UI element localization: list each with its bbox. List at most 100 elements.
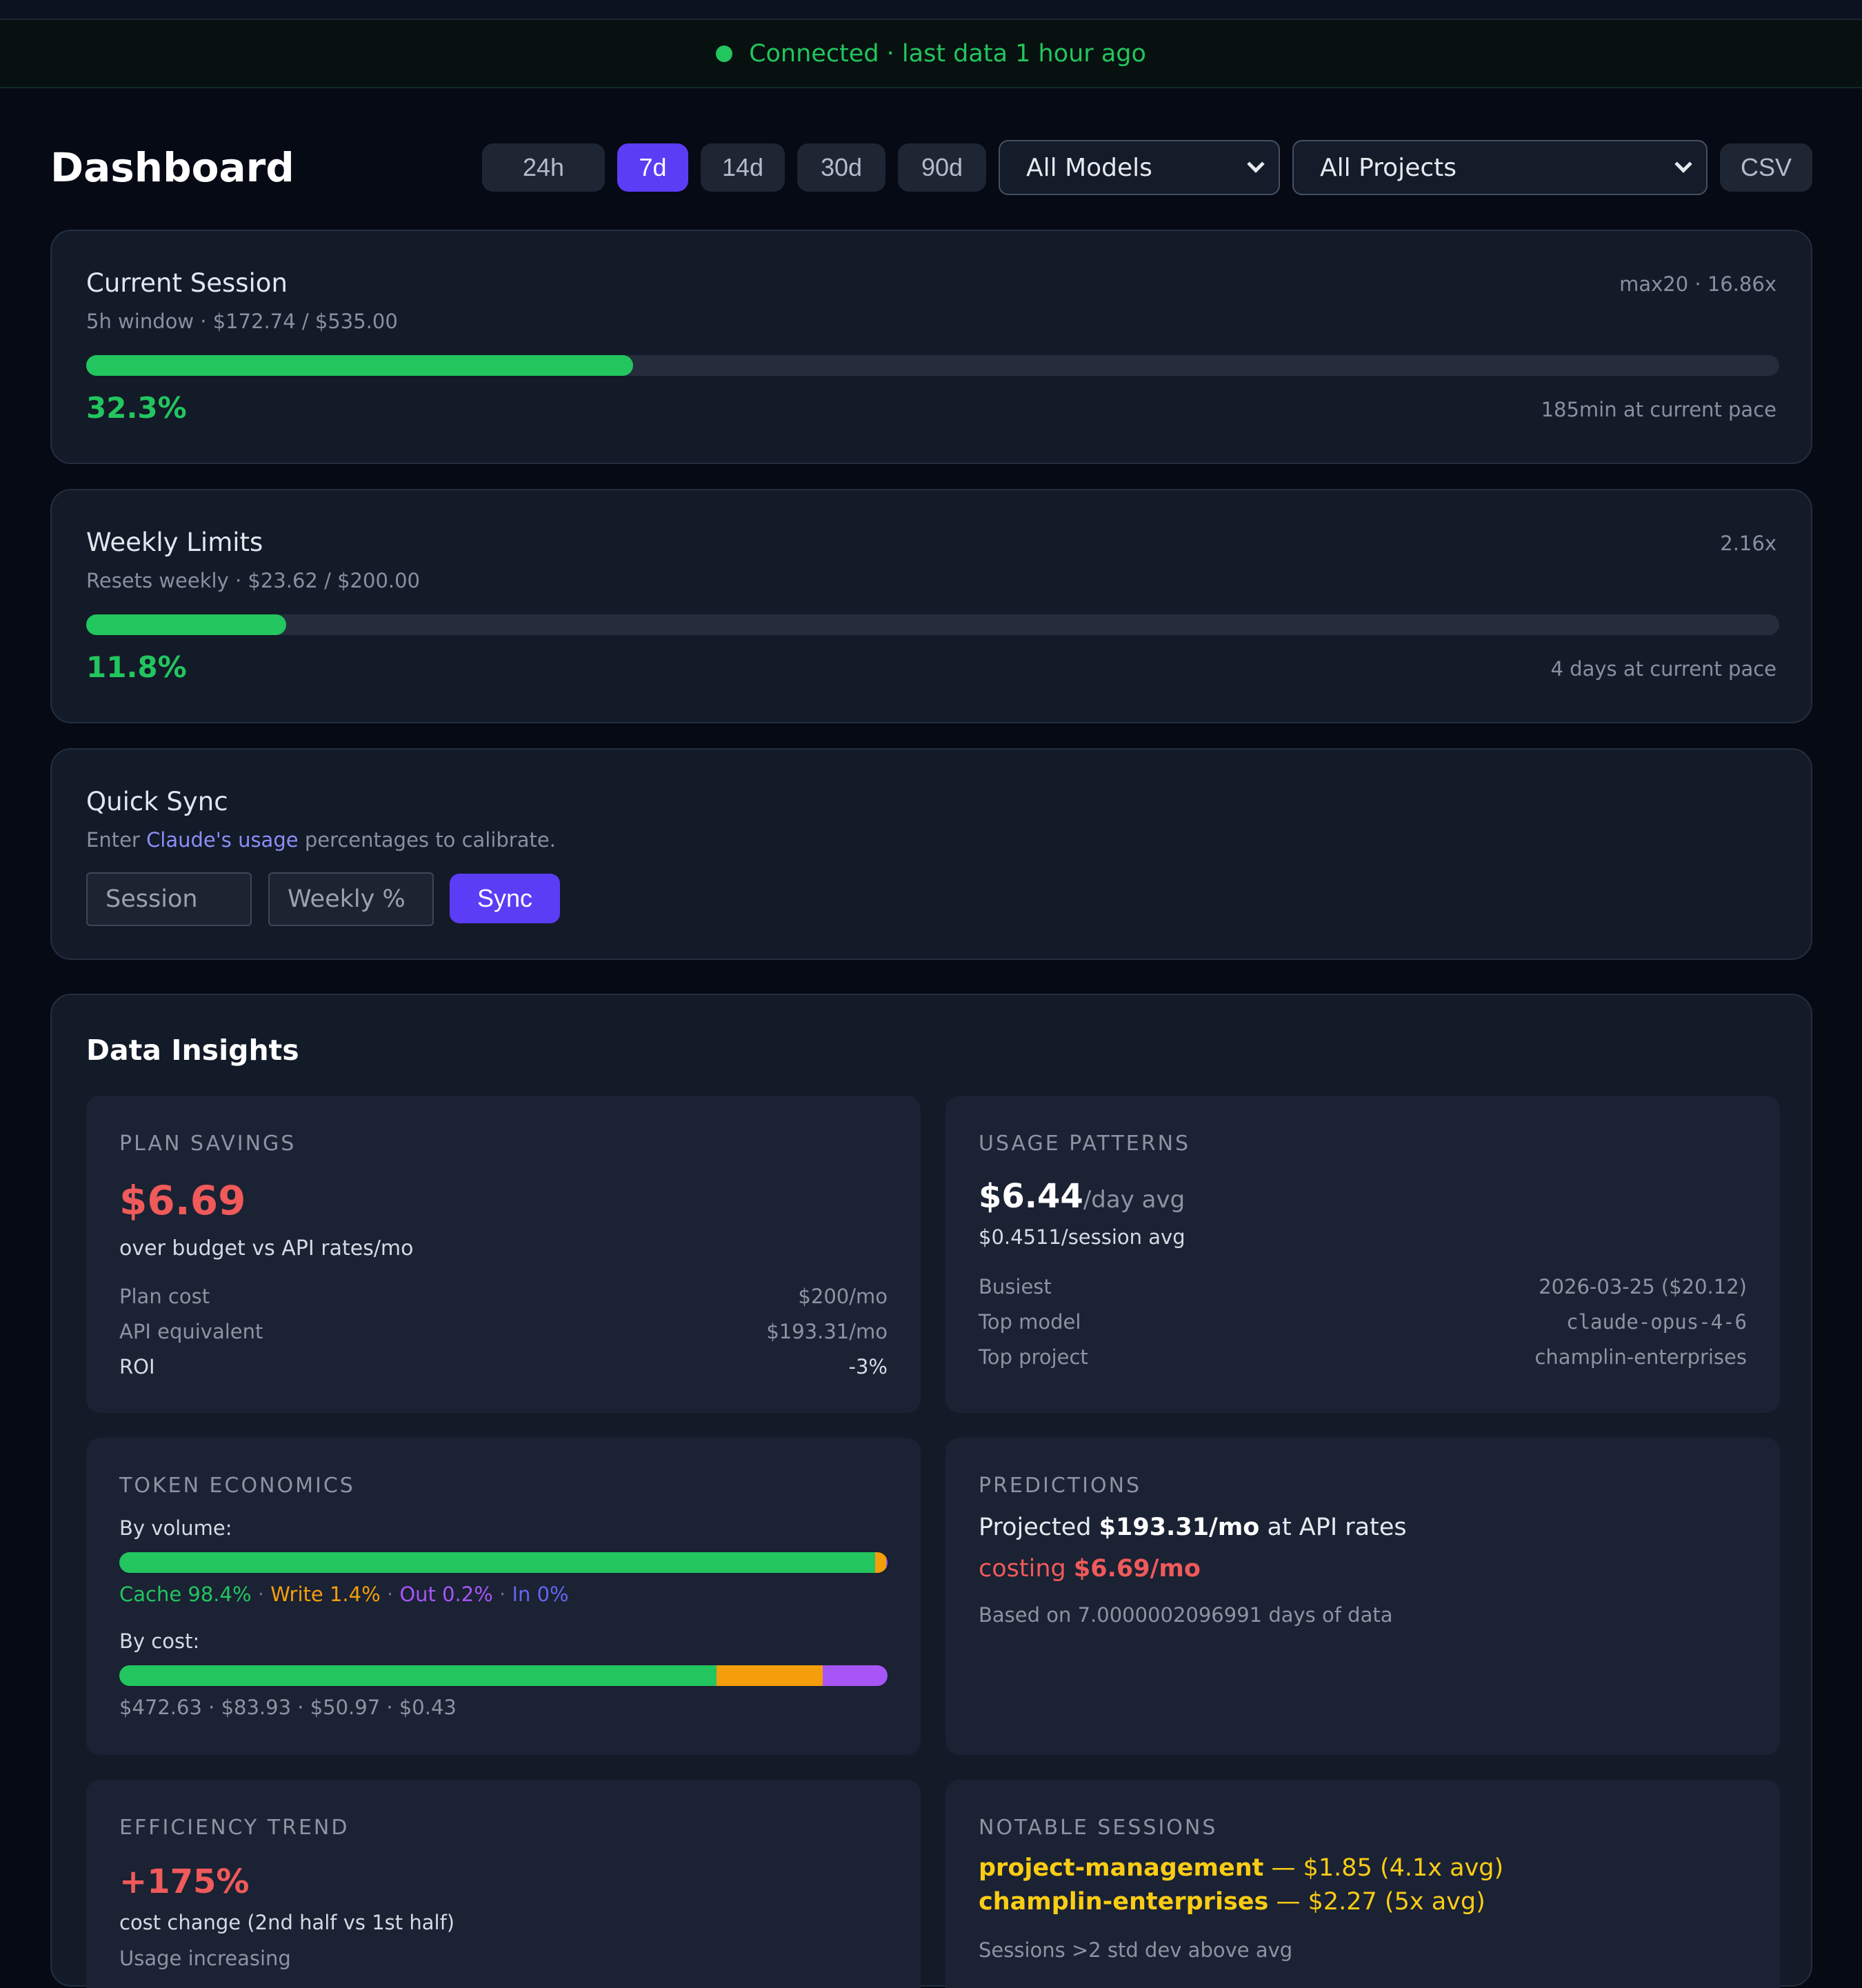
- costing-value: $6.69/mo: [1073, 1555, 1201, 1583]
- status-dot-icon: [716, 45, 733, 62]
- notable-session-item: champlin-enterprises — $2.27 (5x avg): [979, 1888, 1485, 1916]
- plan-cost-row: Plan cost $200/mo: [119, 1285, 888, 1308]
- out-share: Out 0.2%: [399, 1583, 493, 1606]
- in-share: In 0%: [512, 1583, 569, 1606]
- session-percent-input[interactable]: [86, 872, 252, 926]
- session-card-title: Current Session: [86, 268, 288, 298]
- by-volume-label: By volume:: [119, 1516, 232, 1540]
- projection-line: Projected $193.31/mo at API rates: [979, 1514, 1407, 1541]
- notable-session-item: project-management — $1.85 (4.1x avg): [979, 1854, 1503, 1882]
- cost-bar-segment: [887, 1665, 888, 1686]
- range-7d-button[interactable]: 7d: [617, 143, 688, 192]
- notable-session-detail: — $2.27 (5x avg): [1276, 1888, 1485, 1916]
- efficiency-trend-caption: cost change (2nd half vs 1st half): [119, 1911, 455, 1934]
- write-share: Write 1.4%: [270, 1583, 381, 1606]
- api-equivalent-value: $193.31/mo: [766, 1320, 888, 1343]
- weekly-limits-card: Weekly Limits Resets weekly · $23.62 / $…: [50, 489, 1812, 723]
- token-economics-label: TOKEN ECONOMICS: [119, 1474, 355, 1498]
- projection-prefix: Projected: [979, 1514, 1092, 1541]
- notable-session-detail: — $1.85 (4.1x avg): [1271, 1854, 1504, 1882]
- plan-savings-value: $6.69: [119, 1177, 246, 1224]
- claude-usage-link[interactable]: Claude's usage: [146, 828, 299, 852]
- weekly-percent-input[interactable]: [268, 872, 434, 926]
- usage-patterns-label: USAGE PATTERNS: [979, 1132, 1191, 1156]
- weekly-multiplier: 2.16x: [1720, 532, 1776, 555]
- top-model-key: Top model: [979, 1310, 1081, 1334]
- efficiency-trend-value: +175%: [119, 1863, 250, 1901]
- quick-sync-desc-suffix: percentages to calibrate.: [304, 828, 556, 852]
- project-select[interactable]: All Projects: [1292, 140, 1708, 195]
- token-volume-bar: [119, 1552, 888, 1573]
- api-equivalent-key: API equivalent: [119, 1320, 263, 1343]
- daily-average: $6.44/day avg: [979, 1177, 1185, 1216]
- top-nav-edge: [0, 0, 1862, 20]
- predictions-label: PREDICTIONS: [979, 1474, 1142, 1498]
- range-14d-button[interactable]: 14d: [701, 143, 785, 192]
- project-select-value: All Projects: [1320, 153, 1456, 182]
- weekly-pace: 4 days at current pace: [1550, 657, 1777, 681]
- predictions-panel: PREDICTIONS Projected $193.31/mo at API …: [945, 1438, 1780, 1755]
- costing-prefix: costing: [979, 1555, 1066, 1583]
- dashboard-header: Dashboard 24h 7d 14d 30d 90d All Models …: [50, 138, 1812, 197]
- token-volume-legend: Cache 98.4% · Write 1.4% · Out 0.2% · In…: [119, 1583, 569, 1606]
- cache-share: Cache 98.4%: [119, 1583, 252, 1606]
- cost-bar-segment: [717, 1665, 823, 1686]
- token-cost-bar: [119, 1665, 888, 1686]
- daily-average-unit: /day avg: [1083, 1186, 1185, 1214]
- range-90d-button[interactable]: 90d: [898, 143, 986, 192]
- range-24h-button[interactable]: 24h: [482, 143, 605, 192]
- plan-savings-label: PLAN SAVINGS: [119, 1132, 297, 1156]
- busiest-value: 2026-03-25 ($20.12): [1539, 1275, 1747, 1298]
- range-30d-button[interactable]: 30d: [797, 143, 885, 192]
- plan-savings-caption: over budget vs API rates/mo: [119, 1236, 414, 1261]
- weekly-card-title: Weekly Limits: [86, 528, 263, 557]
- efficiency-trend-panel: EFFICIENCY TREND +175% cost change (2nd …: [86, 1780, 921, 1988]
- by-cost-label: By cost:: [119, 1629, 200, 1653]
- session-progress-track: [86, 355, 1779, 376]
- volume-bar-segment: [875, 1552, 886, 1573]
- data-insights-card: Data Insights PLAN SAVINGS $6.69 over bu…: [50, 994, 1812, 1988]
- plan-savings-panel: PLAN SAVINGS $6.69 over budget vs API ra…: [86, 1096, 921, 1413]
- top-model-value: claude-opus-4-6: [1566, 1310, 1747, 1334]
- top-project-key: Top project: [979, 1345, 1088, 1369]
- roi-row: ROI -3%: [119, 1355, 888, 1378]
- quick-sync-card: Quick Sync Enter Claude's usage percenta…: [50, 748, 1812, 960]
- prediction-basis: Based on 7.0000002096991 days of data: [979, 1603, 1393, 1627]
- current-session-card: Current Session 5h window · $172.74 / $5…: [50, 230, 1812, 464]
- model-select[interactable]: All Models: [999, 140, 1280, 195]
- roi-key: ROI: [119, 1355, 155, 1378]
- token-economics-panel: TOKEN ECONOMICS By volume: Cache 98.4% ·…: [86, 1438, 921, 1755]
- plan-cost-key: Plan cost: [119, 1285, 210, 1308]
- weekly-progress-track: [86, 614, 1779, 635]
- quick-sync-desc-prefix: Enter: [86, 828, 140, 852]
- notable-sessions-label: NOTABLE SESSIONS: [979, 1816, 1218, 1840]
- notable-sessions-caption: Sessions >2 std dev above avg: [979, 1938, 1293, 1962]
- session-pace: 185min at current pace: [1541, 398, 1776, 421]
- csv-export-button[interactable]: CSV: [1720, 143, 1812, 192]
- usage-patterns-panel: USAGE PATTERNS $6.44/day avg $0.4511/ses…: [945, 1096, 1780, 1413]
- sync-button[interactable]: Sync: [450, 874, 560, 923]
- efficiency-trend-label: EFFICIENCY TREND: [119, 1816, 350, 1840]
- session-average: $0.4511/session avg: [979, 1225, 1185, 1249]
- costing-line: costing $6.69/mo: [979, 1555, 1201, 1583]
- top-project-value: champlin-enterprises: [1534, 1345, 1747, 1369]
- weekly-progress-fill: [86, 614, 286, 635]
- chevron-down-icon: [1247, 155, 1265, 173]
- top-model-row: Top model claude-opus-4-6: [979, 1310, 1747, 1334]
- projection-suffix: at API rates: [1267, 1514, 1407, 1541]
- session-plan-multiplier: max20 · 16.86x: [1619, 272, 1776, 296]
- session-progress-fill: [86, 355, 633, 376]
- session-percent: 32.3%: [86, 391, 187, 425]
- top-project-row: Top project champlin-enterprises: [979, 1345, 1747, 1369]
- cost-bar-segment: [119, 1665, 717, 1686]
- cost-bar-segment: [822, 1665, 888, 1686]
- notable-session-name: champlin-enterprises: [979, 1888, 1269, 1916]
- notable-session-name: project-management: [979, 1854, 1264, 1882]
- connection-status-text: Connected · last data 1 hour ago: [749, 39, 1146, 68]
- volume-bar-segment: [119, 1552, 876, 1573]
- projection-value: $193.31/mo: [1099, 1514, 1260, 1541]
- daily-average-value: $6.44: [979, 1177, 1083, 1216]
- api-equivalent-row: API equivalent $193.31/mo: [119, 1320, 888, 1343]
- roi-value: -3%: [848, 1355, 888, 1378]
- quick-sync-title: Quick Sync: [86, 787, 228, 816]
